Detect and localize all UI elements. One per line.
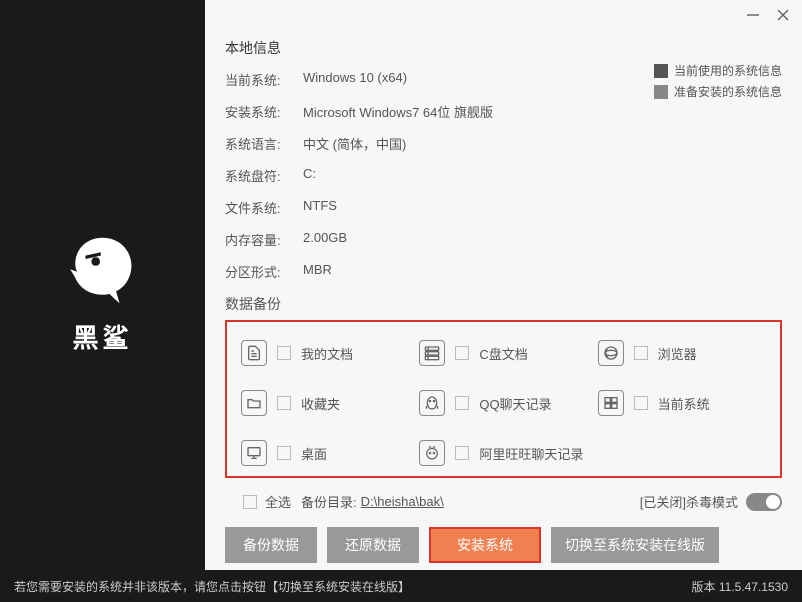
checkbox-select-all[interactable] [243,495,257,509]
titlebar [205,0,802,30]
checkbox-wangwang[interactable] [455,446,469,460]
local-info-section: 本地信息 当前使用的系统信息 准备安装的系统信息 当前系统:Windows 10… [225,38,782,281]
buttons-row: 备份数据 还原数据 安装系统 切换至系统安装在线版 [225,527,782,563]
backup-item-browser: 浏览器 [598,340,766,366]
checkbox-browser[interactable] [634,346,648,360]
backup-item-cdrive: C盘文档 [419,340,587,366]
checkbox-system[interactable] [634,396,648,410]
main-panel: 本地信息 当前使用的系统信息 准备安装的系统信息 当前系统:Windows 10… [205,0,802,602]
backup-button[interactable]: 备份数据 [225,527,317,563]
backup-dir-link[interactable]: D:\heisha\bak\ [361,494,444,509]
minimize-button[interactable] [746,8,760,22]
legend-current: 当前使用的系统信息 [654,62,782,79]
backup-item-system: 当前系统 [598,390,766,416]
install-button[interactable]: 安装系统 [429,527,541,563]
legend-swatch-current [654,64,668,78]
footer-message: 若您需要安装的系统并非该版本，请您点击按钮【切换至系统安装在线版】 [14,578,691,595]
checkbox-favorites[interactable] [277,396,291,410]
select-all: 全选 [243,492,291,511]
folder-icon [241,390,267,416]
backup-dir: 备份目录: D:\heisha\bak\ [301,492,444,511]
qq-icon [419,390,445,416]
info-title: 本地信息 [225,38,782,58]
backup-item-wangwang: 阿里旺旺聊天记录 [419,440,587,466]
info-row: 内存容量:2.00GB [225,230,782,249]
ie-icon [598,340,624,366]
backup-item-desktop: 桌面 [241,440,409,466]
wangwang-icon [419,440,445,466]
close-button[interactable] [776,8,790,22]
info-row: 分区形式:MBR [225,262,782,281]
checkbox-documents[interactable] [277,346,291,360]
legend: 当前使用的系统信息 准备安装的系统信息 [654,62,782,104]
monitor-icon [241,440,267,466]
checkbox-desktop[interactable] [277,446,291,460]
server-icon [419,340,445,366]
backup-item-favorites: 收藏夹 [241,390,409,416]
sidebar: 黑鲨 [0,0,205,602]
antivirus-mode: [已关闭]杀毒模式 [640,492,782,511]
switch-online-button[interactable]: 切换至系统安装在线版 [551,527,719,563]
options-row: 全选 备份目录: D:\heisha\bak\ [已关闭]杀毒模式 [225,492,782,511]
info-row: 文件系统:NTFS [225,198,782,217]
document-icon [241,340,267,366]
info-row: 系统语言:中文 (简体，中国) [225,134,782,153]
restore-button[interactable]: 还原数据 [327,527,419,563]
backup-item-qq: QQ聊天记录 [419,390,587,416]
brand-name: 黑鲨 [72,318,132,355]
legend-swatch-target [654,85,668,99]
logo-icon [60,225,145,310]
antivirus-toggle[interactable] [746,493,782,511]
footer-version: 版本 11.5.47.1530 [691,578,788,595]
backup-title: 数据备份 [225,294,782,314]
backup-item-documents: 我的文档 [241,340,409,366]
checkbox-qq[interactable] [455,396,469,410]
windows-icon [598,390,624,416]
checkbox-cdrive[interactable] [455,346,469,360]
legend-target: 准备安装的系统信息 [654,83,782,100]
backup-box: 我的文档 C盘文档 浏览器 收藏夹 [225,320,782,478]
footer: 若您需要安装的系统并非该版本，请您点击按钮【切换至系统安装在线版】 版本 11.… [0,570,802,602]
info-row: 系统盘符:C: [225,166,782,185]
info-row: 安装系统:Microsoft Windows7 64位 旗舰版 [225,102,782,121]
